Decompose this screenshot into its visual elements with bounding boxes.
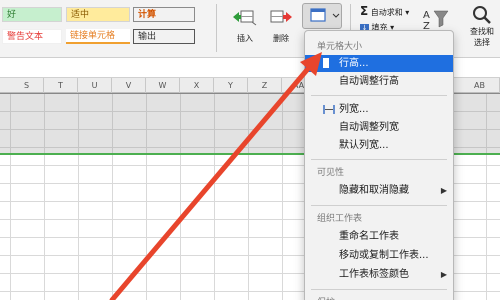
menu-section-cell-size: 单元格大小 <box>317 42 363 52</box>
format-button[interactable] <box>302 3 342 29</box>
format-cells-icon <box>310 8 340 22</box>
column-header[interactable]: X <box>180 78 214 93</box>
menu-item-move-copy-sheet[interactable]: 移动或复制工作表... <box>305 247 453 264</box>
style-linked-cell[interactable]: 链接单元格 <box>66 29 130 44</box>
menu-item-rename-sheet[interactable]: 重命名工作表 <box>305 228 453 245</box>
format-dropdown-menu: 单元格大小 行高... 自动调整行高 列宽... 自动调整列宽 默认列宽... … <box>304 30 454 300</box>
submenu-arrow-icon: ▶ <box>440 270 447 279</box>
menu-item-label: 隐藏和取消隐藏 <box>339 185 409 196</box>
ribbon-divider <box>216 4 217 52</box>
column-header[interactable]: T <box>44 78 78 93</box>
menu-section-organize-sheets: 组织工作表 <box>317 214 363 224</box>
menu-divider <box>311 159 447 160</box>
menu-item-autofit-column-width[interactable]: 自动调整列宽 <box>305 119 453 136</box>
autosum-button[interactable]: Σ 自动求和 ▾ <box>360 4 409 18</box>
delete-cells-icon <box>270 10 292 23</box>
menu-item-autofit-row-height[interactable]: 自动调整行高 <box>305 73 453 90</box>
find-select-label: 查找和 <box>470 27 494 36</box>
menu-item-tab-color[interactable]: 工作表标签颜色 ▶ <box>305 266 453 283</box>
menu-item-column-width[interactable]: 列宽... <box>305 101 453 118</box>
insert-cells-icon <box>233 10 257 26</box>
menu-item-label: 默认列宽... <box>339 140 389 151</box>
magnifier-icon <box>473 6 491 24</box>
autosum-label: 自动求和 <box>370 8 403 17</box>
delete-label: 删除 <box>273 34 289 43</box>
column-width-icon <box>323 105 335 114</box>
column-header[interactable]: W <box>146 78 180 93</box>
menu-item-label: 移动或复制工作表... <box>339 250 429 261</box>
column-header[interactable]: Z <box>248 78 282 93</box>
style-calculation[interactable]: 计算 <box>133 7 195 22</box>
find-select-button[interactable]: 查找和 选择 <box>465 4 499 48</box>
menu-item-hide-unhide[interactable]: 隐藏和取消隐藏 ▶ <box>305 182 453 199</box>
style-output[interactable]: 输出 <box>133 29 195 44</box>
delete-button[interactable] <box>266 8 296 26</box>
menu-divider <box>311 95 447 96</box>
menu-item-label: 列宽... <box>339 104 369 115</box>
style-good[interactable]: 好 <box>2 7 62 22</box>
submenu-arrow-icon: ▶ <box>440 186 447 195</box>
column-header[interactable]: U <box>78 78 112 93</box>
column-header[interactable]: S <box>10 78 44 93</box>
insert-button[interactable] <box>228 8 262 26</box>
svg-text:A: A <box>423 10 430 21</box>
menu-divider <box>311 205 447 206</box>
menu-item-label: 行高... <box>339 58 369 69</box>
sort-filter-icon: A Z <box>423 10 449 32</box>
menu-item-default-width[interactable]: 默认列宽... <box>305 137 453 154</box>
menu-section-protection: 保护 <box>317 295 335 300</box>
insert-label: 插入 <box>237 34 253 43</box>
menu-item-label: 自动调整列宽 <box>339 122 399 133</box>
menu-item-label: 重命名工作表 <box>339 231 399 242</box>
row-height-icon <box>323 58 329 68</box>
style-warning-text[interactable]: 警告文本 <box>2 29 62 44</box>
column-header[interactable]: AB <box>460 78 500 93</box>
column-header[interactable]: V <box>112 78 146 93</box>
style-neutral[interactable]: 适中 <box>66 7 130 22</box>
chevron-down-icon: ▾ <box>405 8 410 17</box>
sigma-icon: Σ <box>360 4 369 18</box>
menu-divider <box>311 289 447 290</box>
menu-item-label: 工作表标签颜色 <box>339 269 409 280</box>
column-header[interactable]: Y <box>214 78 248 93</box>
menu-section-visibility: 可见性 <box>317 168 345 178</box>
find-select-label-2: 选择 <box>474 38 490 47</box>
menu-item-row-height[interactable]: 行高... <box>305 55 453 72</box>
menu-item-label: 自动调整行高 <box>339 76 399 87</box>
